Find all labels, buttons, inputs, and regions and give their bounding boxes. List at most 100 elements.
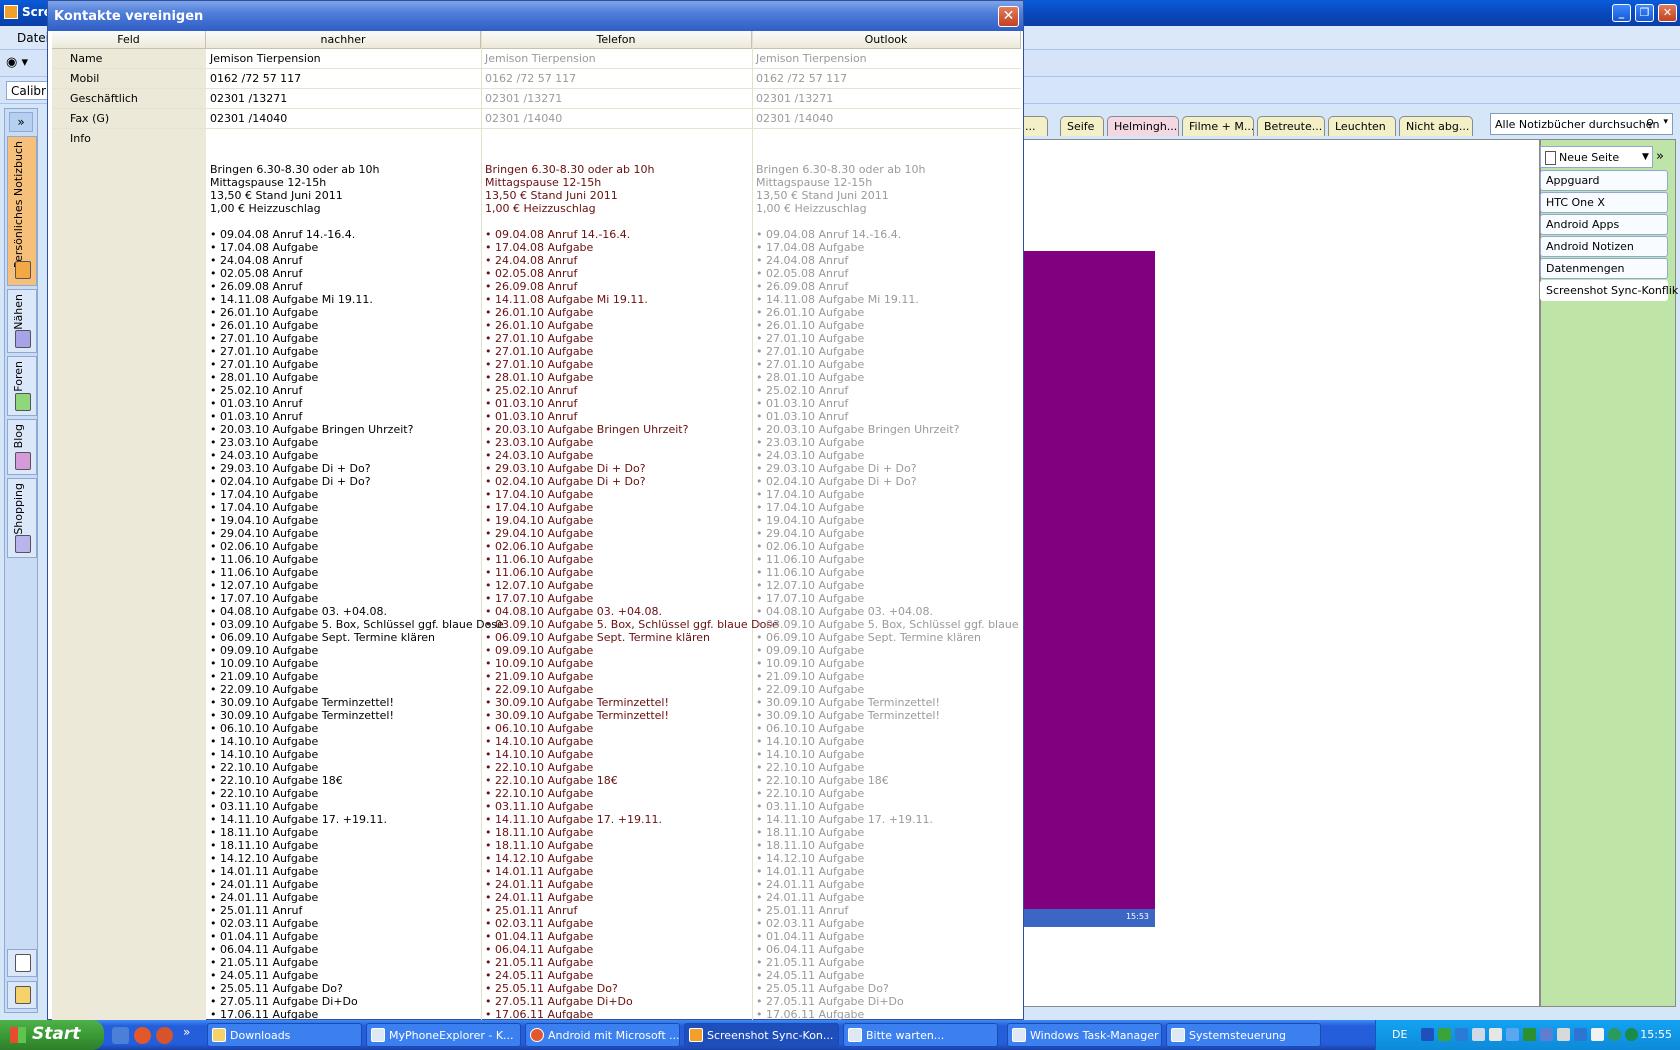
header-outlook[interactable]: Outlook	[752, 31, 1021, 49]
notebook-personal[interactable]: Persönliches Notizbuch	[7, 136, 37, 286]
expand-nav-icon[interactable]: »	[9, 112, 33, 132]
chevron-down-icon[interactable]: ▾	[1663, 117, 1668, 127]
chevron-down-icon[interactable]: ▼	[1642, 152, 1649, 162]
section-tab[interactable]: Leuchten	[1328, 116, 1396, 136]
notebook-foren[interactable]: Foren	[7, 356, 37, 416]
value-telefon: 02301 /13271	[485, 92, 563, 105]
tray-icon[interactable]	[1523, 1028, 1536, 1041]
notebook-icon	[15, 535, 31, 553]
tray-icon[interactable]	[1506, 1028, 1519, 1041]
table-row[interactable]: Info	[52, 129, 1021, 149]
notebook-nav-bar: » Persönliches Notizbuch Nähen Foren Blo…	[4, 108, 38, 1013]
back-nav-icon[interactable]: ◉ ▾	[6, 55, 44, 73]
task-downloads[interactable]: Downloads	[207, 1023, 362, 1047]
field-label: Fax (G)	[70, 112, 110, 125]
notebook-blog[interactable]: Blog	[7, 419, 37, 475]
page-item[interactable]: Android Apps	[1540, 214, 1668, 235]
tray-icon[interactable]	[1455, 1028, 1468, 1041]
header-telefon[interactable]: Telefon	[481, 31, 752, 49]
field-label: Info	[70, 132, 91, 145]
dialog-close-button[interactable]: ✕	[998, 6, 1019, 27]
section-tab[interactable]: Helmingh...	[1107, 116, 1179, 136]
task-task-manager[interactable]: Windows Task-Manager	[1007, 1023, 1162, 1047]
field-label: Name	[70, 52, 103, 65]
tray-icon[interactable]	[1540, 1028, 1553, 1041]
task-firefox[interactable]: Android mit Microsoft ...	[525, 1023, 680, 1047]
unfiled-notes-button[interactable]	[7, 949, 37, 977]
browser-icon[interactable]	[156, 1027, 173, 1044]
language-indicator[interactable]: DE	[1392, 1028, 1407, 1041]
windows-logo-icon	[10, 1027, 26, 1043]
tray-icon[interactable]	[1472, 1028, 1485, 1041]
info-outlook: Bringen 6.30-8.30 oder ab 10h Mittagspau…	[756, 163, 1019, 1021]
task-myphoneexplorer[interactable]: MyPhoneExplorer - K...	[366, 1023, 521, 1047]
value-outlook: 02301 /13271	[756, 92, 834, 105]
value-outlook: 02301 /14040	[756, 112, 834, 125]
task-label: Bitte warten...	[866, 1029, 945, 1042]
tray-icon[interactable]	[1438, 1028, 1451, 1041]
tray-icon[interactable]	[1591, 1028, 1604, 1041]
start-button[interactable]: Start	[0, 1020, 104, 1050]
task-label: Windows Task-Manager	[1030, 1029, 1159, 1042]
task-bitte-warten[interactable]: Bitte warten...	[843, 1023, 998, 1047]
task-manager-icon	[1012, 1028, 1026, 1042]
minimize-button[interactable]: _	[1612, 4, 1631, 22]
search-icon[interactable]: ⚲	[1646, 117, 1654, 130]
table-row[interactable]: Fax (G) 02301 /14040 02301 /14040 02301 …	[52, 109, 1021, 129]
value-telefon: Jemison Tierpension	[485, 52, 596, 65]
page-item-selected[interactable]: Screenshot Sync-Konflik	[1540, 280, 1678, 301]
task-systemsteuerung[interactable]: Systemsteuerung	[1166, 1023, 1321, 1047]
value-outlook: 0162 /72 57 117	[756, 72, 848, 85]
new-page-button[interactable]: Neue Seite	[1540, 146, 1653, 168]
dialog-title-bar[interactable]: Kontakte vereinigen ✕	[48, 1, 1023, 31]
search-placeholder: Alle Notizbücher durchsuchen	[1495, 118, 1660, 131]
close-window-button[interactable]: ✕	[1658, 4, 1677, 22]
search-input[interactable]: Alle Notizbücher durchsuchen ⚲ ▾	[1490, 113, 1673, 135]
task-onenote[interactable]: Screenshot Sync-Kon...	[684, 1023, 839, 1047]
tray-icon[interactable]	[1625, 1028, 1638, 1041]
move-notebook-button[interactable]	[7, 981, 37, 1009]
show-desktop-icon[interactable]	[112, 1027, 129, 1044]
section-tab[interactable]: Filme + M...	[1182, 116, 1254, 136]
notebook-naehen[interactable]: Nähen	[7, 289, 37, 353]
section-tab[interactable]: Betreute...	[1257, 116, 1325, 136]
tray-icon[interactable]	[1557, 1028, 1570, 1041]
tray-icon[interactable]	[1421, 1028, 1434, 1041]
page-item[interactable]: Android Notizen	[1540, 236, 1668, 257]
font-select[interactable]: Calibri	[6, 81, 50, 100]
tray-icon[interactable]	[1489, 1028, 1502, 1041]
table-row[interactable]: Geschäftlich 02301 /13271 02301 /13271 0…	[52, 89, 1021, 109]
task-label: MyPhoneExplorer - K...	[389, 1029, 514, 1042]
notebook-label: Shopping	[12, 483, 25, 535]
header-feld[interactable]: Feld	[52, 31, 206, 49]
table-row[interactable]: Mobil 0162 /72 57 117 0162 /72 57 117 01…	[52, 69, 1021, 89]
notebook-label: Foren	[12, 361, 25, 392]
maximize-button[interactable]: ❐	[1635, 4, 1654, 22]
firefox-icon[interactable]	[134, 1027, 151, 1044]
merge-grid: Feld nachher Telefon Outlook Name Jemiso…	[52, 31, 1021, 1021]
menu-file[interactable]: Datei	[17, 31, 49, 45]
value-nachher: 0162 /72 57 117	[210, 72, 302, 85]
page-item[interactable]: Appguard	[1540, 170, 1668, 191]
value-outlook: Jemison Tierpension	[756, 52, 867, 65]
tray-icon[interactable]	[1574, 1028, 1587, 1041]
firefox-icon	[530, 1028, 544, 1042]
table-row[interactable]: Name Jemison Tierpension Jemison Tierpen…	[52, 49, 1021, 69]
section-tab[interactable]: Seife	[1060, 116, 1104, 136]
quicklaunch-more-icon[interactable]: »	[183, 1025, 190, 1039]
clock[interactable]: 15:55	[1640, 1028, 1672, 1041]
section-tab[interactable]: Nicht abg...	[1399, 116, 1473, 136]
header-nachher[interactable]: nachher	[206, 31, 481, 49]
task-label: Android mit Microsoft ...	[548, 1029, 680, 1042]
page-item[interactable]: HTC One X	[1540, 192, 1668, 213]
value-nachher: 02301 /13271	[210, 92, 288, 105]
collapse-pages-icon[interactable]: »	[1656, 149, 1664, 164]
page-item[interactable]: Datenmengen	[1540, 258, 1668, 279]
tray-icon[interactable]	[1608, 1028, 1621, 1041]
onenote-app-icon	[4, 5, 18, 19]
section-tabs: ... Seife Helmingh... Filme + M... Betre…	[1010, 116, 1480, 136]
dialog-title: Kontakte vereinigen	[54, 9, 204, 24]
notebook-shopping[interactable]: Shopping	[7, 478, 37, 558]
field-label: Geschäftlich	[70, 92, 138, 105]
notebook-icon	[15, 393, 31, 411]
